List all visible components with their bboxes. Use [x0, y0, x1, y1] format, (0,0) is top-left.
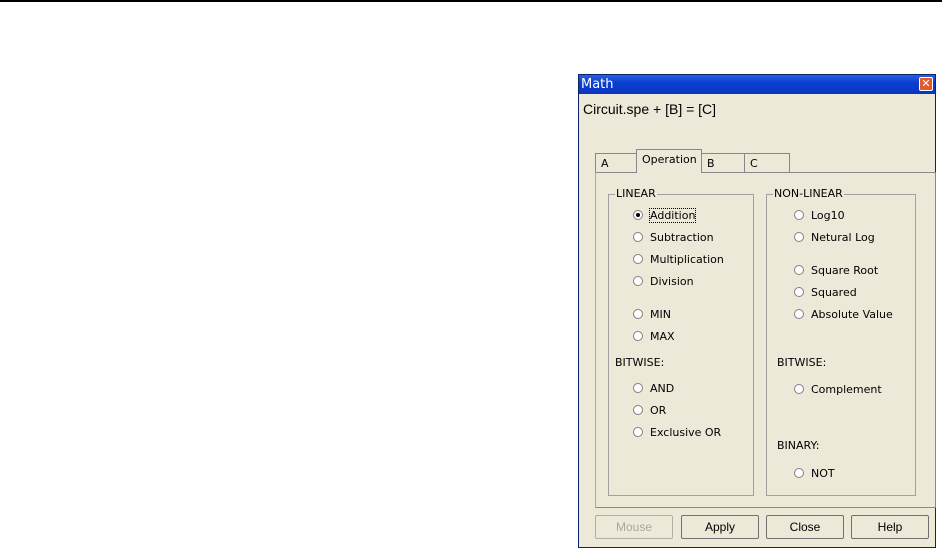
binary-label: BINARY: — [777, 439, 820, 452]
radio-log10[interactable]: Log10 — [794, 207, 845, 223]
radio-not[interactable]: NOT — [794, 465, 835, 481]
top-border-line — [0, 0, 942, 2]
radio-circle[interactable] — [794, 265, 804, 275]
radio-label: Multiplication — [650, 252, 724, 266]
formula-label: Circuit.spe + [B] = [C] — [583, 101, 717, 117]
radio-and[interactable]: AND — [633, 380, 674, 396]
radio-circle[interactable] — [794, 384, 804, 394]
radio-exclusive-or[interactable]: Exclusive OR — [633, 424, 721, 440]
tab-a[interactable]: A — [595, 153, 637, 172]
radio-squared[interactable]: Squared — [794, 284, 857, 300]
radio-circle[interactable] — [794, 210, 804, 220]
radio-label: Subtraction — [650, 230, 714, 244]
nonlinear-group-title: NON-LINEAR — [773, 187, 844, 200]
bitwise-label: BITWISE: — [777, 356, 827, 369]
radio-complement[interactable]: Complement — [794, 381, 882, 397]
radio-division[interactable]: Division — [633, 273, 694, 289]
radio-label: Exclusive OR — [650, 425, 722, 439]
radio-circle[interactable] — [633, 405, 643, 415]
radio-circle[interactable] — [633, 276, 643, 286]
apply-button[interactable]: Apply — [681, 515, 759, 539]
help-button[interactable]: Help — [851, 515, 929, 539]
radio-min[interactable]: MIN — [633, 306, 671, 322]
close-icon[interactable]: ✕ — [919, 77, 933, 91]
radio-natural-log[interactable]: Netural Log — [794, 229, 875, 245]
tab-c[interactable]: C — [744, 153, 790, 172]
radio-multiplication[interactable]: Multiplication — [633, 251, 724, 267]
radio-subtraction[interactable]: Subtraction — [633, 229, 714, 245]
radio-circle[interactable] — [794, 468, 804, 478]
radio-label: Squared — [811, 285, 857, 299]
math-dialog: Math ✕ Circuit.spe + [B] = [C] A Operati… — [578, 74, 936, 548]
radio-label: Absolute Value — [811, 307, 893, 321]
radio-circle[interactable] — [633, 383, 643, 393]
radio-label: OR — [650, 403, 667, 417]
radio-label: NOT — [811, 466, 835, 480]
radio-circle[interactable] — [633, 232, 643, 242]
radio-label: Netural Log — [811, 230, 875, 244]
radio-circle[interactable] — [794, 309, 804, 319]
tab-b[interactable]: B — [701, 153, 745, 172]
radio-label: AND — [650, 381, 675, 395]
tab-a-label: A — [601, 157, 609, 170]
radio-or[interactable]: OR — [633, 402, 666, 418]
radio-label: Division — [650, 274, 694, 288]
radio-label: MAX — [650, 329, 675, 343]
radio-circle[interactable] — [633, 331, 643, 341]
radio-label: MIN — [650, 307, 671, 321]
nonlinear-group: NON-LINEAR Log10 Netural Log Square Root… — [766, 187, 916, 496]
radio-addition[interactable]: Addition — [633, 207, 697, 223]
radio-label: Complement — [811, 382, 882, 396]
radio-square-root[interactable]: Square Root — [794, 262, 878, 278]
radio-absolute-value[interactable]: Absolute Value — [794, 306, 893, 322]
radio-label: Log10 — [811, 208, 845, 222]
title-bar[interactable]: Math ✕ — [579, 75, 935, 94]
linear-group: LINEAR Addition Subtraction Multiplicati… — [608, 187, 754, 496]
tab-operation-label: Operation — [642, 153, 697, 166]
radio-circle[interactable] — [633, 427, 643, 437]
radio-max[interactable]: MAX — [633, 328, 675, 344]
radio-circle[interactable] — [633, 210, 643, 220]
tab-b-label: B — [707, 157, 715, 170]
linear-group-title: LINEAR — [615, 187, 657, 200]
radio-label: Square Root — [811, 263, 879, 277]
radio-circle[interactable] — [633, 254, 643, 264]
radio-circle[interactable] — [794, 287, 804, 297]
mouse-button[interactable]: Mouse — [595, 515, 673, 539]
operation-tab-panel: LINEAR Addition Subtraction Multiplicati… — [595, 172, 936, 508]
radio-label: Addition — [648, 207, 697, 223]
window-title: Math — [581, 77, 614, 92]
close-button[interactable]: Close — [766, 515, 844, 539]
tab-c-label: C — [750, 157, 758, 170]
radio-circle[interactable] — [633, 309, 643, 319]
tab-operation[interactable]: Operation — [636, 149, 702, 173]
radio-circle[interactable] — [794, 232, 804, 242]
bitwise-label: BITWISE: — [615, 356, 665, 369]
